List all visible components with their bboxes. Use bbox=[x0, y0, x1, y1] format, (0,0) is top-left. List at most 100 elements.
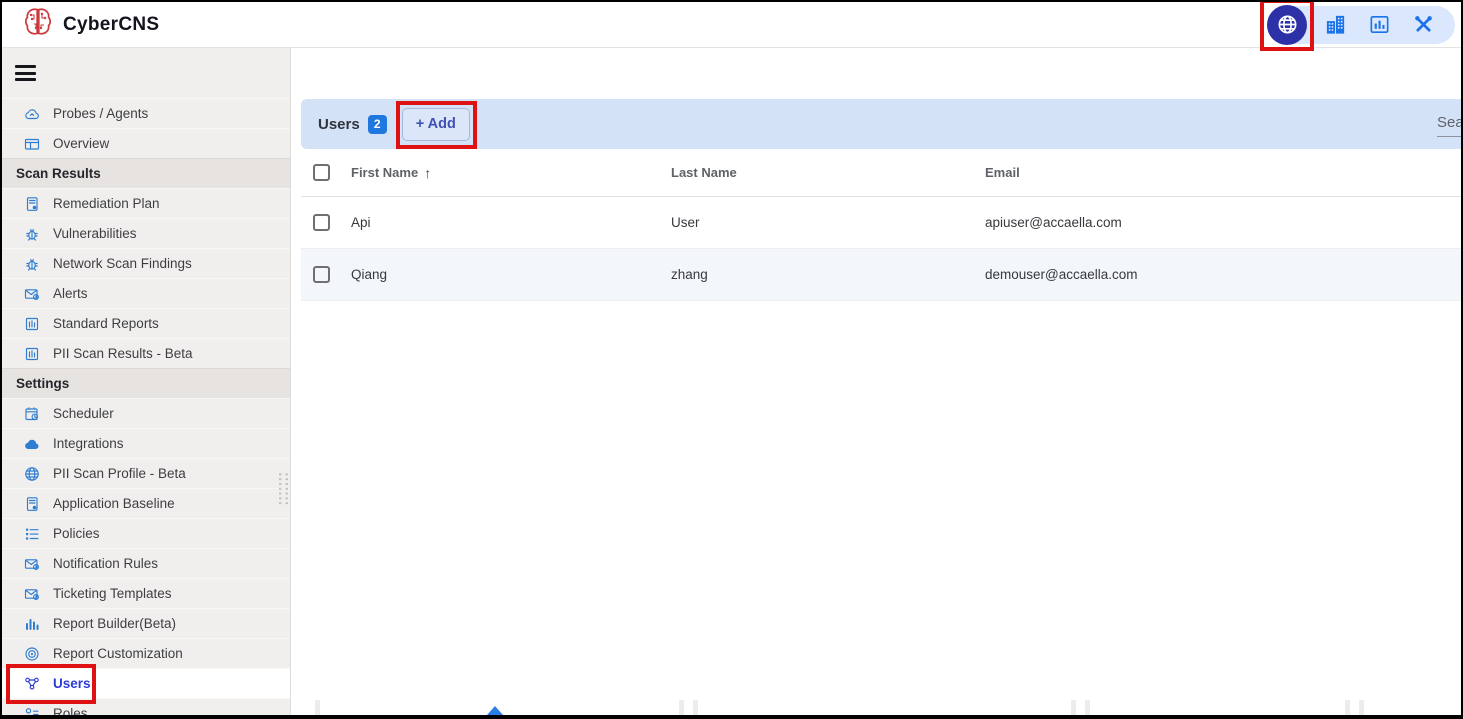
sidebar-item-notification-rules[interactable]: Notification Rules bbox=[2, 548, 290, 578]
table-body: ApiUserapiuser@accaella.comQiangzhangdem… bbox=[301, 197, 1461, 301]
sidebar-item-label: Roles bbox=[53, 706, 88, 715]
add-user-button[interactable]: + Add bbox=[402, 108, 470, 141]
column-divider bbox=[693, 700, 698, 715]
sidebar-item-vulnerabilities[interactable]: Vulnerabilities bbox=[2, 218, 290, 248]
sidebar-resize-handle[interactable] bbox=[277, 472, 290, 506]
search-field-wrap bbox=[1437, 112, 1461, 137]
cell-first-name: Qiang bbox=[343, 267, 663, 282]
bottom-panel-strip bbox=[291, 700, 1461, 715]
buildings-button[interactable] bbox=[1313, 6, 1357, 44]
report-icon bbox=[24, 346, 40, 362]
cell-email: demouser@accaella.com bbox=[977, 267, 1461, 282]
cloud-filled-icon bbox=[24, 436, 40, 452]
cell-last-name: User bbox=[663, 215, 977, 230]
bar-chart-icon bbox=[1368, 13, 1391, 36]
sidebar-item-label: Remediation Plan bbox=[53, 196, 160, 211]
sidebar-item-label: Alerts bbox=[53, 286, 88, 301]
column-header-label: Email bbox=[985, 165, 1020, 180]
globe-icon bbox=[24, 466, 40, 482]
section-label: Scan Results bbox=[16, 166, 101, 181]
globe-button[interactable] bbox=[1267, 5, 1307, 45]
column-header-last-name[interactable]: Last Name bbox=[663, 165, 977, 180]
sidebar-item-remediation-plan[interactable]: Remediation Plan bbox=[2, 188, 290, 218]
buildings-icon bbox=[1324, 13, 1347, 36]
document-user-icon bbox=[24, 496, 40, 512]
app-body: Probes / Agents Overview Scan Results Remed… bbox=[2, 48, 1461, 715]
main-content: Users 2 + Add First Name↑ Last Name Email … bbox=[291, 48, 1461, 715]
search-input[interactable] bbox=[1437, 112, 1461, 137]
sidebar-nav: Probes / Agents Overview Scan Results Remed… bbox=[2, 98, 290, 715]
sidebar-item-label: Notification Rules bbox=[53, 556, 158, 571]
sidebar-item-label: Ticketing Templates bbox=[53, 586, 172, 601]
sidebar-item-label: Policies bbox=[53, 526, 100, 541]
sidebar-item-pii-scan-results-beta[interactable]: PII Scan Results - Beta bbox=[2, 338, 290, 368]
report-icon bbox=[24, 316, 40, 332]
sidebar-item-users[interactable]: Users bbox=[2, 668, 290, 698]
sidebar-item-label: Report Customization bbox=[53, 646, 183, 661]
table-row[interactable]: Qiangzhangdemouser@accaella.com bbox=[301, 249, 1461, 301]
bug-icon bbox=[24, 256, 40, 272]
sidebar-item-label: Application Baseline bbox=[53, 496, 175, 511]
document-user-icon bbox=[24, 196, 40, 212]
sidebar-item-standard-reports[interactable]: Standard Reports bbox=[2, 308, 290, 338]
sidebar-toggle-button[interactable] bbox=[2, 48, 290, 98]
row-checkbox[interactable] bbox=[313, 214, 330, 231]
calendar-clock-icon bbox=[24, 406, 40, 422]
table-row[interactable]: ApiUserapiuser@accaella.com bbox=[301, 197, 1461, 249]
sidebar-item-alerts[interactable]: Alerts bbox=[2, 278, 290, 308]
brand-logo[interactable]: CyberCNS bbox=[22, 6, 159, 43]
globe-icon bbox=[1276, 13, 1299, 36]
column-header-label: Last Name bbox=[671, 165, 737, 180]
column-header-email[interactable]: Email bbox=[977, 165, 1461, 180]
bar-chart-button[interactable] bbox=[1357, 6, 1401, 44]
sidebar-item-label: Overview bbox=[53, 136, 109, 151]
column-divider bbox=[315, 700, 320, 715]
column-divider bbox=[1359, 700, 1364, 715]
sidebar-item-report-customization[interactable]: Report Customization bbox=[2, 638, 290, 668]
list-icon bbox=[24, 526, 40, 542]
select-all-checkbox[interactable] bbox=[313, 164, 330, 181]
hamburger-icon bbox=[15, 62, 36, 85]
sidebar-item-policies[interactable]: Policies bbox=[2, 518, 290, 548]
dashboard-icon bbox=[24, 136, 40, 152]
bug-icon bbox=[24, 226, 40, 242]
section-label: Settings bbox=[16, 376, 69, 391]
sidebar-item-label: Network Scan Findings bbox=[53, 256, 192, 271]
column-divider bbox=[1085, 700, 1090, 715]
users-table: First Name↑ Last Name Email ApiUserapiuser… bbox=[301, 149, 1461, 301]
sidebar-item-label: PII Scan Results - Beta bbox=[53, 346, 193, 361]
brand-name: CyberCNS bbox=[63, 14, 159, 36]
sidebar-item-label: PII Scan Profile - Beta bbox=[53, 466, 186, 481]
sidebar-item-label: Scheduler bbox=[53, 406, 114, 421]
bottom-panel-arrow-icon bbox=[487, 706, 503, 715]
column-header-first-name[interactable]: First Name↑ bbox=[343, 165, 663, 181]
sidebar: Probes / Agents Overview Scan Results Remed… bbox=[2, 48, 291, 715]
tools-button[interactable] bbox=[1401, 6, 1445, 44]
page-title: Users bbox=[318, 116, 360, 133]
sidebar-item-integrations[interactable]: Integrations bbox=[2, 428, 290, 458]
sort-asc-icon: ↑ bbox=[424, 165, 431, 181]
sidebar-item-probes-agents[interactable]: Probes / Agents bbox=[2, 98, 290, 128]
sidebar-item-pii-scan-profile-beta[interactable]: PII Scan Profile - Beta bbox=[2, 458, 290, 488]
mail-alert-icon bbox=[24, 286, 40, 302]
person-list-icon bbox=[24, 706, 40, 716]
row-checkbox[interactable] bbox=[313, 266, 330, 283]
sidebar-item-roles[interactable]: Roles bbox=[2, 698, 290, 715]
sidebar-item-network-scan-findings[interactable]: Network Scan Findings bbox=[2, 248, 290, 278]
sidebar-item-overview[interactable]: Overview bbox=[2, 128, 290, 158]
header-icon-group bbox=[1267, 6, 1455, 44]
sidebar-item-report-builder-beta[interactable]: Report Builder(Beta) bbox=[2, 608, 290, 638]
sidebar-item-application-baseline[interactable]: Application Baseline bbox=[2, 488, 290, 518]
mail-alert-icon bbox=[24, 556, 40, 572]
users-toolbar: Users 2 + Add bbox=[301, 99, 1461, 149]
app-window: CyberCNS Probes / Agents Overview Scan Res… bbox=[0, 0, 1463, 719]
globe-button-wrap bbox=[1267, 5, 1307, 45]
user-count-badge: 2 bbox=[368, 115, 387, 134]
sidebar-item-label: Probes / Agents bbox=[53, 106, 148, 121]
sidebar-item-scheduler[interactable]: Scheduler bbox=[2, 398, 290, 428]
sidebar-item-ticketing-templates[interactable]: Ticketing Templates bbox=[2, 578, 290, 608]
column-divider bbox=[1345, 700, 1350, 715]
cell-email: apiuser@accaella.com bbox=[977, 215, 1461, 230]
sidebar-section-settings: Settings bbox=[2, 368, 290, 398]
mail-alert-icon bbox=[24, 586, 40, 602]
